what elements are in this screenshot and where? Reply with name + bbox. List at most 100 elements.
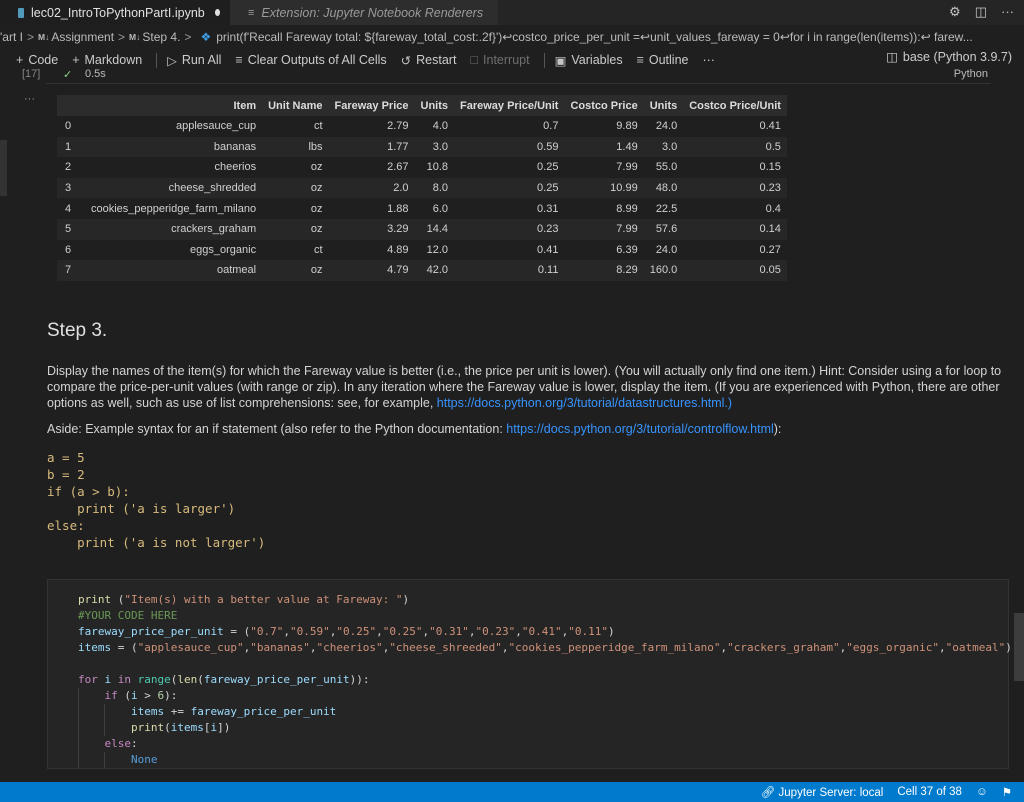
clear-all-icon: ≡	[235, 53, 243, 67]
row-index: 0	[57, 116, 85, 137]
more-toolbar-button[interactable]: ···	[702, 53, 715, 67]
table-cell: 10.8	[414, 157, 455, 178]
paragraph-text: ):	[773, 422, 782, 436]
preview-icon: ≡	[248, 6, 255, 19]
table-cell: 1.88	[328, 198, 415, 219]
table-cell: 3.29	[328, 218, 415, 240]
column-header: Unit Name	[262, 95, 329, 116]
table-row: 5 crackers_graham oz 3.29 14.4 0.23 7.99 57.6 0.…	[57, 218, 787, 240]
markdown-icon: M↓	[129, 32, 141, 42]
table-row: 4 cookies_pepperidge_farm_milano oz 1.88 6.0…	[57, 198, 787, 219]
breadcrumb-item[interactable]: Assignment	[51, 30, 114, 44]
status-bar: 🔗︎ Jupyter Server: local Cell 37 of 38 ☺…	[0, 782, 1024, 802]
table-cell: ct	[262, 116, 329, 137]
feedback-icon[interactable]: ☺	[976, 786, 988, 798]
tab-label: Extension: Jupyter Notebook Renderers	[261, 5, 484, 20]
row-index: 6	[57, 239, 85, 261]
cell-language[interactable]: Python	[954, 68, 988, 80]
tab-notebook[interactable]: lec02_IntroToPythonPartI.ipynb	[0, 0, 230, 25]
table-cell: oz	[262, 260, 329, 281]
gear-icon[interactable]: ⚙	[949, 4, 961, 20]
table-cell: 0.25	[454, 177, 565, 199]
table-cell: oz	[262, 177, 329, 199]
clear-outputs-label: Clear Outputs of All Cells	[247, 53, 387, 67]
more-actions-icon[interactable]: ···	[1001, 4, 1014, 20]
table-cell: 55.0	[643, 157, 684, 178]
divider	[543, 52, 545, 68]
table-cell: 6.0	[414, 198, 455, 219]
code-cell-editor[interactable]: print ("Item(s) with a better value at F…	[47, 579, 1012, 769]
vertical-scrollbar[interactable]	[1014, 613, 1024, 681]
column-header: Item	[85, 95, 263, 116]
jupyter-server-status[interactable]: 🔗︎ Jupyter Server: local	[761, 785, 884, 799]
editor-tab-bar: lec02_IntroToPythonPartI.ipynb ≡ Extensi…	[0, 0, 1024, 25]
table-cell: 0.11	[454, 260, 565, 281]
unsaved-dot-icon[interactable]	[214, 9, 220, 16]
output-actions-icon[interactable]: ···	[24, 93, 35, 105]
clear-outputs-button[interactable]: ≡ Clear Outputs of All Cells	[235, 53, 386, 67]
breadcrumb-item[interactable]: 'art I	[0, 30, 23, 44]
add-code-label: Code	[28, 53, 59, 67]
table-cell: ct	[262, 239, 329, 261]
table-cell: oz	[262, 157, 329, 178]
table-cell: 0.23	[454, 218, 565, 240]
breadcrumb-item[interactable]: Step 4.	[142, 30, 180, 44]
table-cell: 4.89	[328, 239, 415, 261]
server-icon: ◫	[886, 50, 898, 64]
variables-button[interactable]: ▣ Variables	[555, 53, 623, 68]
split-editor-icon[interactable]: ◫	[975, 4, 987, 20]
column-header: Fareway Price	[328, 95, 415, 116]
plus-icon: +	[16, 53, 24, 67]
table-row: 7 oatmeal oz 4.79 42.0 0.11 8.29 160.0 0.05	[57, 260, 787, 281]
table-cell: 8.0	[414, 177, 455, 199]
outline-button[interactable]: ≡ Outline	[637, 53, 689, 67]
add-markdown-button[interactable]: + Markdown	[72, 53, 142, 67]
table-cell: 4.0	[414, 116, 455, 137]
cell-position[interactable]: Cell 37 of 38	[897, 786, 962, 798]
row-index: 2	[57, 157, 85, 178]
outline-icon: ≡	[636, 53, 644, 67]
add-code-button[interactable]: + Code	[16, 53, 58, 67]
table-cell: crackers_graham	[85, 218, 263, 240]
table-cell: 0.23	[683, 177, 787, 199]
kernel-picker[interactable]: ◫ base (Python 3.9.7)	[886, 49, 1012, 65]
table-cell: 7.99	[564, 157, 644, 178]
table-cell: 8.29	[564, 260, 644, 281]
breadcrumb-cell-preview[interactable]: print(f'Recall Fareway total: ${fareway_…	[216, 30, 973, 44]
execution-count: [17]	[22, 68, 41, 80]
controlflow-link[interactable]: https://docs.python.org/3/tutorial/contr…	[506, 422, 774, 436]
bell-icon[interactable]: ⚑	[1002, 785, 1012, 799]
restart-icon: ↺	[400, 53, 412, 68]
code-editor-text[interactable]: print ("Item(s) with a better value at F…	[78, 592, 1012, 768]
table-cell: 24.0	[643, 239, 684, 261]
tab-extension[interactable]: ≡ Extension: Jupyter Notebook Renderers	[230, 0, 498, 25]
table-cell: 0.5	[683, 136, 787, 158]
table-cell: 0.59	[454, 136, 565, 158]
chevron-right-icon: >	[118, 30, 126, 44]
restart-button[interactable]: ↺ Restart	[401, 53, 457, 68]
table-cell: 42.0	[414, 260, 455, 281]
divider	[156, 52, 158, 68]
chevron-right-icon: >	[184, 30, 192, 44]
table-cell: 0.4	[683, 198, 787, 219]
table-cell: bananas	[85, 136, 263, 158]
run-all-button[interactable]: ▷ Run All	[167, 53, 221, 68]
table-cell: 7.99	[564, 218, 644, 240]
table-row: 2 cheerios oz 2.67 10.8 0.25 7.99 55.0 0.15	[57, 157, 787, 178]
variables-icon: ▣	[554, 53, 567, 68]
column-header: Units	[414, 95, 455, 116]
table-cell: 10.99	[564, 177, 644, 199]
aside-paragraph: Aside: Example syntax for an if statemen…	[47, 422, 1007, 436]
example-code-block: a = 5 b = 2 if (a > b): print ('a is lar…	[47, 450, 266, 550]
table-cell: 4.79	[328, 260, 415, 281]
python-icon: ❖	[200, 30, 212, 44]
table-cell: cheese_shredded	[85, 177, 263, 199]
check-icon: ✓	[63, 69, 73, 81]
instruction-paragraph: Display the names of the item(s) for whi…	[47, 363, 1007, 411]
table-cell: 48.0	[643, 177, 684, 199]
interrupt-button[interactable]: □ Interrupt	[470, 53, 529, 67]
outline-label: Outline	[648, 53, 689, 67]
datastructures-link[interactable]: https://docs.python.org/3/tutorial/datas…	[437, 396, 732, 410]
link-icon: 🔗︎	[760, 787, 776, 799]
row-index: 3	[57, 177, 85, 199]
